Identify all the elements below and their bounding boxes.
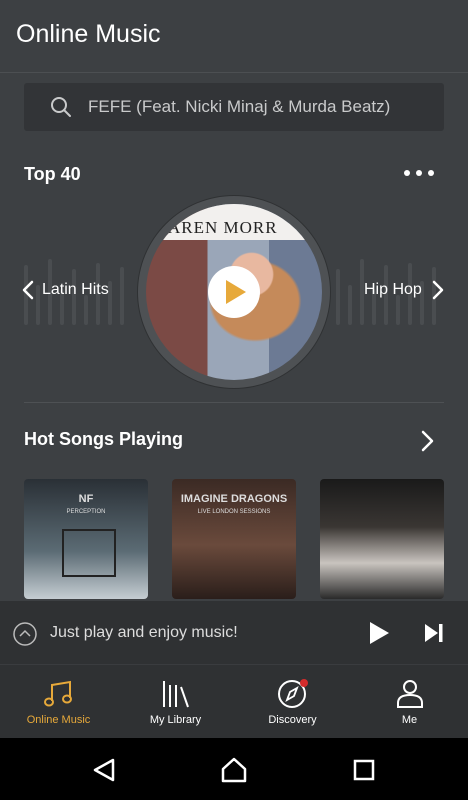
tab-me[interactable]: Me bbox=[351, 665, 468, 739]
hot-songs-title: Hot Songs Playing bbox=[24, 429, 184, 449]
play-icon[interactable] bbox=[368, 621, 390, 645]
card-subtitle: PERCEPTION bbox=[66, 509, 106, 515]
tab-label: Me bbox=[401, 714, 418, 726]
more-options-icon[interactable] bbox=[404, 166, 436, 180]
library-icon bbox=[163, 681, 189, 708]
back-icon[interactable] bbox=[92, 758, 116, 782]
page-title: Online Music bbox=[16, 20, 161, 48]
tab-label: Online Music bbox=[26, 714, 91, 726]
divider bbox=[24, 402, 444, 403]
player-message: Just play and enjoy music! bbox=[50, 624, 238, 641]
card-title: NF bbox=[78, 493, 94, 505]
chevron-left-icon bbox=[22, 280, 34, 300]
chevron-right-icon bbox=[432, 280, 444, 300]
tab-my-library[interactable]: My Library bbox=[117, 665, 234, 739]
recents-icon[interactable] bbox=[353, 759, 375, 781]
home-icon[interactable] bbox=[220, 756, 248, 784]
header: Online Music bbox=[0, 0, 468, 73]
top40-title: Top 40 bbox=[24, 164, 81, 184]
expand-up-icon[interactable] bbox=[12, 621, 38, 647]
bottom-tab-bar: Online Music My Library Discovery Me bbox=[0, 664, 468, 739]
mini-player[interactable]: Just play and enjoy music! bbox=[0, 601, 468, 664]
prev-category-label: Latin Hits bbox=[42, 281, 109, 298]
search-icon bbox=[51, 97, 71, 117]
tab-discovery[interactable]: Discovery bbox=[234, 665, 351, 739]
person-icon bbox=[397, 680, 423, 708]
search-bar[interactable]: FEFE (Feat. Nicki Minaj & Murda Beatz) bbox=[24, 83, 444, 131]
notification-badge bbox=[300, 679, 308, 687]
tab-online-music[interactable]: Online Music bbox=[0, 665, 117, 739]
prev-category-button[interactable]: Latin Hits bbox=[22, 280, 109, 300]
music-note-icon bbox=[44, 680, 72, 707]
next-category-button[interactable]: Hip Hop bbox=[364, 280, 444, 300]
cover-image bbox=[62, 529, 116, 577]
card-title: IMAGINE DRAGONS bbox=[180, 493, 288, 505]
song-card[interactable]: NF PERCEPTION bbox=[24, 479, 148, 599]
tab-label: My Library bbox=[149, 714, 202, 726]
system-nav-bar bbox=[0, 738, 468, 800]
song-card[interactable]: IMAGINE DRAGONS LIVE LONDON SESSIONS bbox=[172, 479, 296, 599]
play-button[interactable] bbox=[208, 266, 260, 318]
chevron-right-icon[interactable] bbox=[420, 430, 434, 452]
cover-artist-text: AREN MORR bbox=[168, 218, 278, 237]
song-card[interactable] bbox=[320, 479, 444, 599]
tab-label: Discovery bbox=[268, 714, 317, 726]
search-query: FEFE (Feat. Nicki Minaj & Murda Beatz) bbox=[88, 97, 391, 116]
next-category-label: Hip Hop bbox=[364, 281, 422, 298]
play-icon bbox=[226, 280, 246, 304]
card-subtitle: LIVE LONDON SESSIONS bbox=[197, 509, 271, 515]
skip-next-icon[interactable] bbox=[424, 623, 444, 643]
album-disc[interactable]: AREN MORR bbox=[138, 196, 330, 388]
